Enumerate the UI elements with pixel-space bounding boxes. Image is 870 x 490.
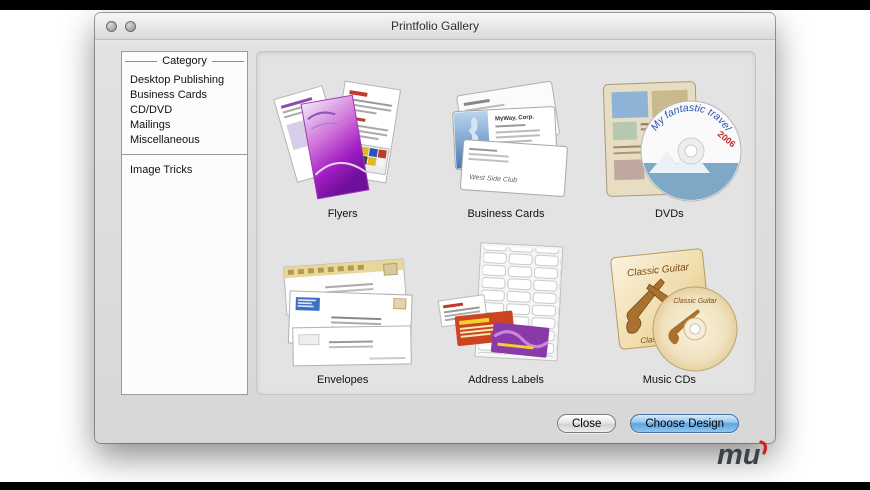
window-titlebar: Printfolio Gallery	[95, 13, 775, 40]
dvds-thumbnail: My fantastic travel 2006	[603, 81, 742, 202]
gallery-item-music-cds[interactable]: Classic Guitar Classic Guitar Classic Gu…	[588, 223, 751, 389]
gallery-item-label: DVDs	[654, 208, 684, 220]
macupdate-logo-accent	[759, 440, 768, 455]
macupdate-logo-glyph: mu	[717, 439, 768, 471]
screen-letterbox-bottom	[0, 482, 870, 490]
choose-design-button[interactable]: Choose Design	[630, 414, 739, 433]
category-sidebar: Category Desktop Publishing Business Car…	[121, 51, 248, 395]
flyers-thumbnail	[272, 80, 401, 200]
address-labels-thumbnail	[437, 242, 564, 362]
category-header-label: Category	[162, 55, 207, 67]
macupdate-logo: mu	[716, 436, 770, 479]
gallery-item-dvds[interactable]: My fantastic travel 2006 DVDs	[588, 57, 751, 223]
gallery-item-label: Business Cards	[467, 208, 545, 220]
sidebar-item-cd-dvd[interactable]: CD/DVD	[122, 102, 247, 117]
envelopes-thumbnail	[282, 258, 413, 367]
category-list: Desktop Publishing Business Cards CD/DVD…	[122, 72, 247, 177]
gallery-item-address-labels[interactable]: Address Labels	[424, 223, 587, 389]
header-rule-right	[211, 60, 245, 62]
close-window-button[interactable]	[106, 21, 117, 32]
macupdate-logo-text: mu	[717, 439, 761, 471]
close-button[interactable]: Close	[556, 414, 617, 433]
category-header: Category	[122, 52, 247, 68]
sidebar-item-desktop-publishing[interactable]: Desktop Publishing	[122, 72, 247, 87]
sidebar-item-image-tricks[interactable]: Image Tricks	[122, 162, 247, 177]
cd-disc-title: Classic Guitar	[674, 298, 718, 305]
printfolio-gallery-window: Printfolio Gallery Category Desktop Publ…	[95, 13, 775, 443]
music-cds-thumbnail: Classic Guitar Classic Guitar Classic Gu…	[610, 248, 738, 372]
gallery-item-label: Flyers	[327, 208, 358, 220]
sidebar-item-miscellaneous[interactable]: Miscellaneous	[122, 132, 247, 147]
sidebar-divider	[122, 154, 247, 155]
window-title: Printfolio Gallery	[390, 19, 480, 33]
gallery-item-envelopes[interactable]: Envelopes	[261, 223, 424, 389]
gallery-item-label: Music CDs	[642, 374, 696, 386]
sidebar-item-mailings[interactable]: Mailings	[122, 117, 247, 132]
gallery-item-label: Envelopes	[316, 374, 369, 386]
business-cards-thumbnail: MyWay, Corp. West Side Club	[452, 80, 568, 197]
gallery-item-label: Address Labels	[468, 374, 544, 386]
gallery-item-flyers[interactable]: Flyers	[261, 57, 424, 223]
screen-letterbox-top	[0, 0, 870, 10]
header-rule-left	[125, 60, 158, 62]
traffic-lights	[106, 21, 136, 32]
design-gallery: Flyers MyWay, Corp. West Side Club Busin…	[256, 51, 756, 395]
dialog-footer: Close Choose Design	[556, 414, 739, 433]
sidebar-item-business-cards[interactable]: Business Cards	[122, 87, 247, 102]
gallery-item-business-cards[interactable]: MyWay, Corp. West Side Club Business Car…	[424, 57, 587, 223]
minimize-window-button[interactable]	[125, 21, 136, 32]
